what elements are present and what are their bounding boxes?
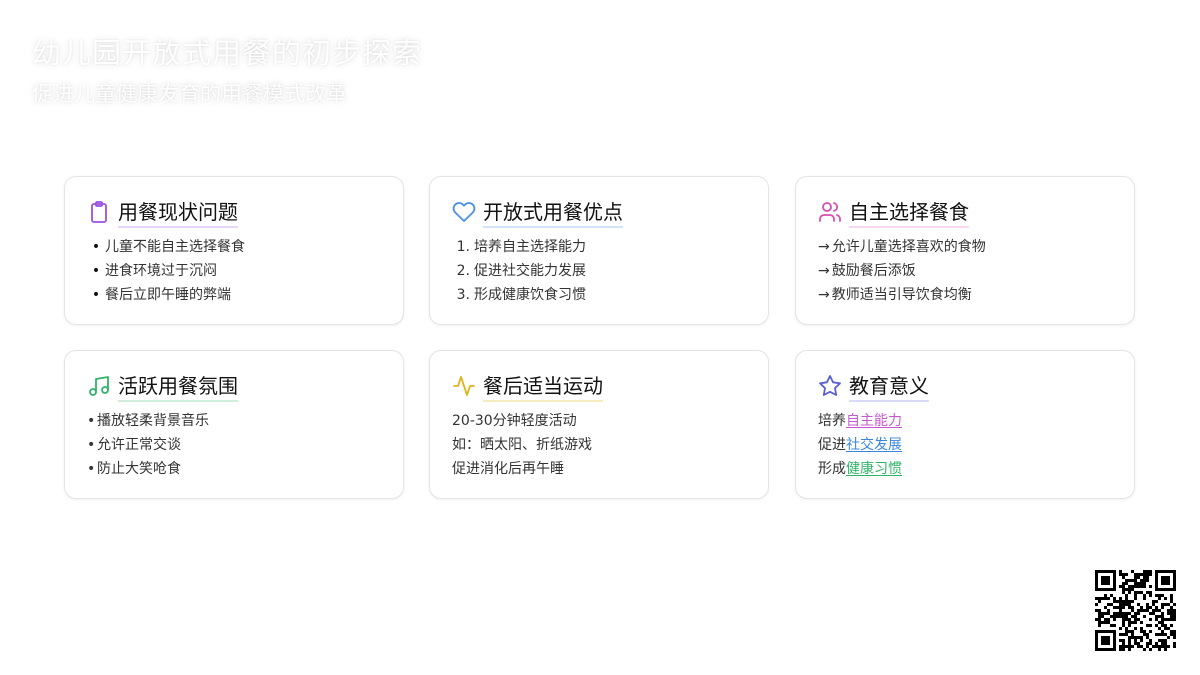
card-list: 1. 培养自主选择能力 2. 促进社交能力发展 3. 形成健康饮食习惯 — [452, 235, 746, 307]
card-header: 用餐现状问题 — [87, 196, 381, 228]
list-item: 培养自主能力 — [818, 413, 902, 429]
activity-icon — [452, 374, 476, 398]
card-title: 餐后适当运动 — [483, 370, 603, 402]
card-list: → 允许儿童选择喜欢的食物 → 鼓励餐后添饭 → 教师适当引导饮食均衡 — [818, 235, 1112, 307]
card-post-meal-exercise: 餐后适当运动 20-30分钟轻度活动 如：晒太阳、折纸游戏 促进消化后再午睡 — [429, 350, 769, 499]
list-item: 1. 培养自主选择能力 — [456, 239, 586, 255]
card-title: 开放式用餐优点 — [483, 196, 623, 228]
card-list: 培养自主能力 促进社交发展 形成健康习惯 — [818, 409, 1112, 481]
list-item: • 播放轻柔背景音乐 — [87, 413, 209, 429]
card-header: 教育意义 — [818, 370, 1112, 402]
card-header: 活跃用餐氛围 — [87, 370, 381, 402]
list-item: 促进消化后再午睡 — [452, 461, 564, 477]
page-title: 幼儿园开放式用餐的初步探索 — [32, 36, 423, 70]
card-list: 儿童不能自主选择餐食 进食环境过于沉闷 餐后立即午睡的弊端 — [87, 235, 381, 307]
list-item: 2. 促进社交能力发展 — [456, 263, 586, 279]
card-title: 活跃用餐氛围 — [118, 370, 238, 402]
card-list: • 播放轻柔背景音乐 • 允许正常交谈 • 防止大笑呛食 — [87, 409, 381, 481]
list-item: 儿童不能自主选择餐食 — [87, 235, 381, 259]
card-self-selection: 自主选择餐食 → 允许儿童选择喜欢的食物 → 鼓励餐后添饭 → 教师适当引导饮食均衡 — [795, 176, 1135, 325]
link-social-development[interactable]: 社交发展 — [846, 437, 902, 453]
list-item: 餐后立即午睡的弊端 — [87, 283, 381, 307]
link-healthy-habits[interactable]: 健康习惯 — [846, 461, 902, 477]
list-item: 促进社交发展 — [818, 437, 902, 453]
star-icon — [818, 374, 842, 398]
list-item: • 防止大笑呛食 — [87, 461, 181, 477]
card-title: 自主选择餐食 — [849, 196, 969, 228]
card-header: 开放式用餐优点 — [452, 196, 746, 228]
list-item: • 允许正常交谈 — [87, 437, 181, 453]
list-item: → 鼓励餐后添饭 — [818, 263, 916, 279]
list-item: 20-30分钟轻度活动 — [452, 413, 577, 429]
qr-code-icon[interactable] — [1095, 570, 1176, 651]
heart-icon — [452, 200, 476, 224]
card-header: 自主选择餐食 — [818, 196, 1112, 228]
list-item: → 教师适当引导饮食均衡 — [818, 287, 972, 303]
list-item: 3. 形成健康饮食习惯 — [456, 287, 586, 303]
card-educational-significance: 教育意义 培养自主能力 促进社交发展 形成健康习惯 — [795, 350, 1135, 499]
list-item: 形成健康习惯 — [818, 461, 902, 477]
card-meal-problems: 用餐现状问题 儿童不能自主选择餐食 进食环境过于沉闷 餐后立即午睡的弊端 — [64, 176, 404, 325]
card-lively-atmosphere: 活跃用餐氛围 • 播放轻柔背景音乐 • 允许正常交谈 • 防止大笑呛食 — [64, 350, 404, 499]
clipboard-icon — [87, 200, 111, 224]
list-item: 如：晒太阳、折纸游戏 — [452, 437, 592, 453]
link-self-ability[interactable]: 自主能力 — [846, 413, 902, 429]
card-header: 餐后适当运动 — [452, 370, 746, 402]
list-item: 进食环境过于沉闷 — [87, 259, 381, 283]
page-subtitle: 促进儿童健康发育的用餐模式改革 — [32, 82, 347, 106]
music-note-icon — [87, 374, 111, 398]
card-list: 20-30分钟轻度活动 如：晒太阳、折纸游戏 促进消化后再午睡 — [452, 409, 746, 481]
card-title: 用餐现状问题 — [118, 196, 238, 228]
users-icon — [818, 200, 842, 224]
card-open-dining-advantages: 开放式用餐优点 1. 培养自主选择能力 2. 促进社交能力发展 3. 形成健康饮食习惯 — [429, 176, 769, 325]
card-title: 教育意义 — [849, 370, 929, 402]
list-item: → 允许儿童选择喜欢的食物 — [818, 239, 986, 255]
